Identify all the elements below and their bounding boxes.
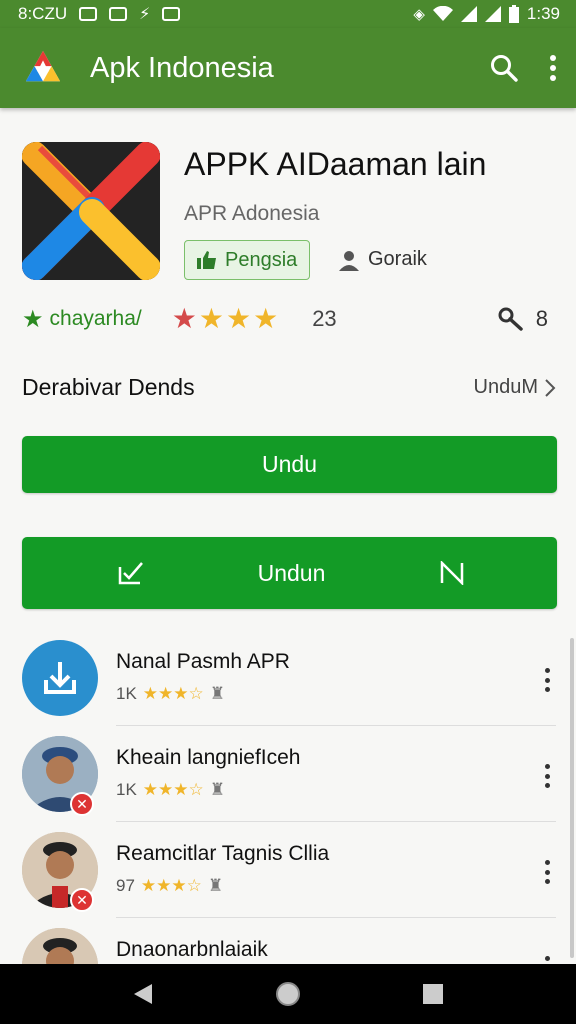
- list-item-title: Nanal Pasmh APR: [116, 650, 290, 673]
- search-icon[interactable]: [490, 54, 518, 82]
- list-item[interactable]: Nanal Pasmh APR 1K ★★★☆ ♜: [0, 630, 576, 726]
- download-button[interactable]: Undu: [22, 436, 557, 493]
- triangle-logo-icon: [25, 50, 61, 82]
- bolt-icon: ⚡: [139, 6, 151, 23]
- photo-icon: [162, 7, 181, 21]
- star-icon: ★: [171, 303, 197, 334]
- app-list: Nanal Pasmh APR 1K ★★★☆ ♜ ✕ Kheain langn…: [0, 630, 576, 964]
- tag-label: ★ chayarha/: [22, 305, 142, 334]
- person-avatar: [22, 928, 98, 964]
- scrollbar[interactable]: [570, 638, 574, 958]
- thumb-icon: ♜: [207, 876, 224, 895]
- star-icon: ★: [198, 303, 224, 334]
- tag-text: chayarha/: [49, 307, 142, 330]
- list-item[interactable]: ✕ Reamcitlar Tagnis Cllia 97 ★★★☆ ♜: [0, 822, 576, 918]
- category-badge[interactable]: Pengsia: [184, 240, 311, 280]
- download-icon: [22, 640, 98, 716]
- thumb-up-icon: [197, 251, 216, 269]
- author-info[interactable]: Goraik: [338, 248, 427, 271]
- author-name: Goraik: [368, 248, 427, 270]
- n-icon[interactable]: [439, 561, 465, 585]
- checklist-icon[interactable]: [118, 561, 144, 585]
- status-left: 8:CZU ⚡: [18, 4, 181, 24]
- more-vert-icon[interactable]: [538, 668, 556, 692]
- list-item-count: 1K: [116, 684, 137, 703]
- app-x-icon: [22, 142, 160, 280]
- vibrate-icon: ◈: [413, 6, 425, 23]
- status-time: 1:39: [526, 4, 560, 23]
- app-bar: Apk Indonesia: [0, 28, 576, 108]
- notification-icon: [79, 7, 98, 21]
- more-vert-icon[interactable]: [538, 764, 556, 788]
- app-header: APPK AIDaaman lain APR Adonesia Pengsia …: [22, 142, 556, 282]
- list-item-meta: 1K ★★★☆ ♜: [116, 684, 225, 704]
- status-text: 8:CZU: [18, 4, 68, 23]
- wifi-icon: [432, 6, 453, 21]
- content-area: APPK AIDaaman lain APR Adonesia Pengsia …: [0, 108, 576, 964]
- rating-count: 23: [312, 306, 337, 331]
- signal-icon-2: [484, 6, 501, 22]
- remove-badge-icon: ✕: [70, 792, 94, 816]
- more-vert-icon[interactable]: [538, 860, 556, 884]
- app-developer: APR Adonesia: [184, 202, 320, 225]
- list-item-stars: ★★★☆: [142, 780, 204, 799]
- key-info: 8: [498, 306, 548, 332]
- key-value: 8: [535, 306, 548, 331]
- list-item-title: Dnaonarbnlaiaik: [116, 938, 268, 961]
- star-half-icon: ★: [253, 303, 279, 334]
- thumb-icon: ♜: [209, 780, 226, 799]
- list-item-title: Reamcitlar Tagnis Cllia: [116, 842, 330, 865]
- section-more-label: UnduM: [473, 376, 538, 398]
- chevron-right-icon: [545, 378, 556, 397]
- rating-stars: ★ ★ ★ ★: [172, 305, 278, 333]
- app-bar-actions: [490, 54, 558, 82]
- app-bar-title: Apk Indonesia: [90, 51, 274, 84]
- section-title: Derabivar Dends: [22, 374, 195, 400]
- category-label: Pengsia: [225, 248, 298, 271]
- back-icon[interactable]: [113, 964, 173, 1024]
- status-bar: 8:CZU ⚡ ◈ 1:39: [0, 0, 576, 28]
- status-right: ◈ 1:39: [413, 4, 560, 24]
- recents-icon[interactable]: [403, 964, 463, 1024]
- list-item-stars: ★★★☆: [140, 876, 202, 895]
- key-icon: [498, 307, 523, 331]
- list-item[interactable]: ✕ Kheain langniefIceh 1K ★★★☆ ♜: [0, 726, 576, 822]
- section-more-link[interactable]: UnduM: [474, 376, 556, 399]
- download-secondary-button[interactable]: Undun: [144, 560, 439, 587]
- navigation-bar: [0, 964, 576, 1024]
- list-item-meta: 97 ★★★☆ ♜: [116, 876, 223, 896]
- remove-badge-icon: ✕: [70, 888, 94, 912]
- section-header: Derabivar Dends UnduM: [22, 374, 556, 401]
- home-icon[interactable]: [258, 964, 318, 1024]
- list-item-meta: 1K ★★★☆ ♜: [116, 780, 225, 800]
- list-item-count: 97: [116, 876, 135, 895]
- download-options-bar: Undun: [22, 537, 557, 609]
- more-vert-icon[interactable]: [548, 55, 558, 81]
- app-name: APPK AIDaaman lain: [184, 146, 487, 182]
- list-item-stars: ★★★☆: [142, 684, 204, 703]
- list-item[interactable]: Dnaonarbnlaiaik: [0, 918, 576, 964]
- star-icon: ★: [225, 303, 252, 334]
- rating-row: ★ chayarha/ ★ ★ ★ ★ 23 8: [22, 304, 556, 334]
- mail-icon: [109, 7, 128, 21]
- green-star-icon: ★: [22, 305, 44, 333]
- thumb-icon: ♜: [209, 684, 226, 703]
- battery-icon: [508, 5, 519, 23]
- more-vert-icon[interactable]: [538, 956, 556, 964]
- list-item-title: Kheain langniefIceh: [116, 746, 301, 769]
- signal-icon: [460, 6, 477, 22]
- person-icon: [339, 250, 359, 271]
- list-item-count: 1K: [116, 780, 137, 799]
